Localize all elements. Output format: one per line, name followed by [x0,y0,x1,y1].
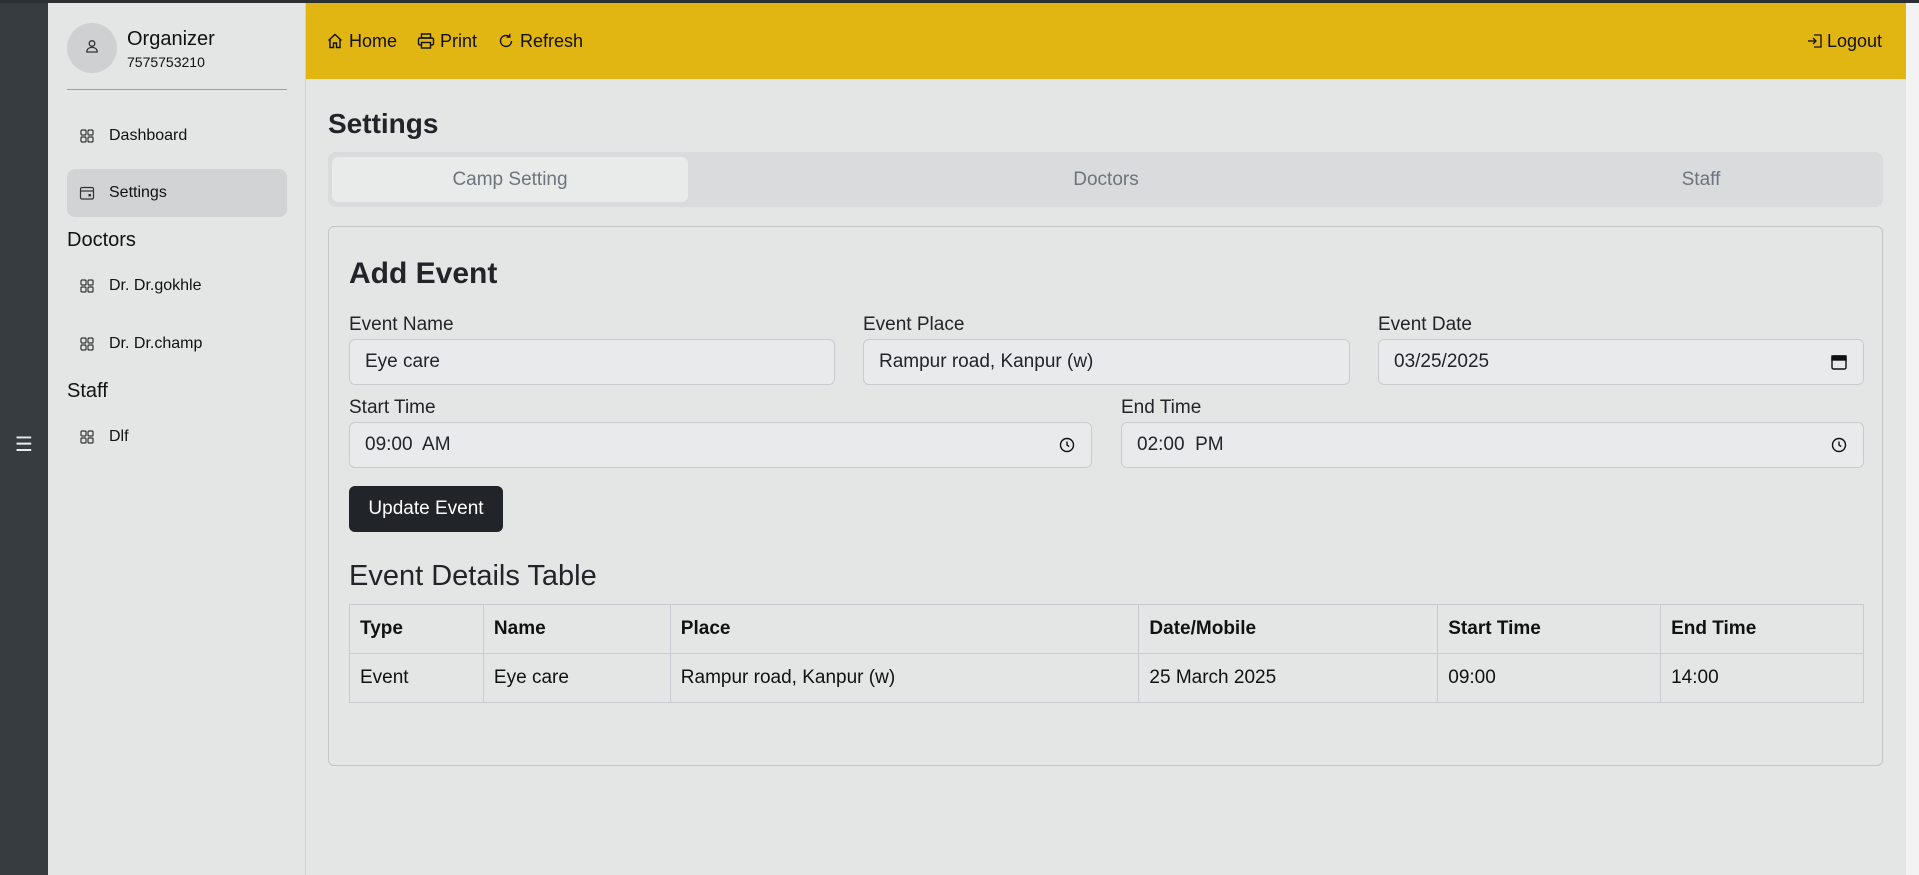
staff-heading: Staff [67,380,108,402]
avatar [67,23,117,73]
user-icon [84,38,100,59]
end-time-label: End Time [1121,397,1202,418]
hamburger-icon[interactable]: ☰ [13,433,35,455]
refresh-icon [497,32,515,50]
home-icon [326,32,344,50]
event-details-table: Type Name Place Date/Mobile Start Time E… [349,604,1864,703]
start-time-label: Start Time [349,397,436,418]
event-name-label: Event Name [349,314,454,335]
column-header: Date/Mobile [1138,604,1439,654]
profile-block: Organizer 7575753210 [67,23,287,73]
event-place-value: Rampur road, Kanpur (w) [879,351,1094,372]
home-button[interactable]: Home [326,31,397,52]
table-header-row: Type Name Place Date/Mobile Start Time E… [349,604,1864,654]
sidebar-divider [67,89,287,90]
doctors-heading: Doctors [67,229,136,251]
sidebar-item-label: Settings [109,184,167,201]
event-date-value: 03/25/2025 [1394,351,1490,372]
sidebar: Organizer 7575753210 Dashboard Settings … [48,3,306,875]
page-title: Settings [328,108,439,139]
sidebar-item-dashboard[interactable]: Dashboard [67,112,287,160]
table-row: Event Eye care Rampur road, Kanpur (w) 2… [349,653,1864,703]
table-cell: 25 March 2025 [1138,653,1439,703]
add-event-card: Add Event Event Name Eye care Event Plac… [328,226,1883,766]
grid-icon [79,336,95,352]
settings-tabs: Camp Setting Doctors Staff [328,152,1883,207]
printer-icon [417,32,435,50]
end-time-input[interactable]: 02:00 PM [1121,422,1864,468]
top-bar: Home Print Refresh Logout [306,3,1906,79]
refresh-label: Refresh [520,30,584,51]
print-button[interactable]: Print [417,31,477,52]
grid-icon [79,429,95,445]
grid-icon [79,278,95,294]
start-time-value: 09:00 AM [365,434,451,455]
scrollbar-track[interactable] [1906,3,1919,875]
clock-icon[interactable] [1830,436,1848,454]
column-header: End Time [1660,604,1864,654]
card-title: Add Event [349,257,498,290]
calendar-icon [79,185,95,201]
event-place-label: Event Place [863,314,965,335]
event-name-value: Eye care [365,351,440,372]
column-header: Place [669,604,1140,654]
tab-camp-setting[interactable]: Camp Setting [332,157,688,202]
column-header: Type [349,604,484,654]
event-date-label: Event Date [1378,314,1472,335]
column-header: Start Time [1437,604,1662,654]
profile-mobile: 7575753210 [127,54,205,70]
event-date-input[interactable]: 03/25/2025 [1378,339,1864,385]
table-cell: Eye care [482,653,671,703]
sidebar-item-staff[interactable]: Dlf [67,413,287,461]
home-label: Home [349,30,398,51]
table-cell: Event [349,653,484,703]
refresh-button[interactable]: Refresh [497,31,583,52]
update-event-button[interactable]: Update Event [349,486,503,532]
logout-label: Logout [1826,30,1882,51]
sidebar-item-label: Dashboard [109,127,188,144]
sidebar-item-settings[interactable]: Settings [67,169,287,217]
end-time-value: 02:00 PM [1137,434,1224,455]
sidebar-item-label: Dr. Dr.gokhle [109,277,202,294]
sidebar-item-doctor[interactable]: Dr. Dr.champ [67,320,287,368]
sidebar-item-label: Dr. Dr.champ [109,335,203,352]
logout-icon [1806,32,1824,50]
tab-staff[interactable]: Staff [1523,157,1879,202]
logout-button[interactable]: Logout [1806,3,1882,79]
event-place-input[interactable]: Rampur road, Kanpur (w) [863,339,1350,385]
grid-icon [79,128,95,144]
table-cell: 09:00 [1437,653,1662,703]
profile-name: Organizer [127,28,215,50]
start-time-input[interactable]: 09:00 AM [349,422,1092,468]
calendar-icon[interactable] [1830,353,1848,371]
table-cell: 14:00 [1660,653,1864,703]
tab-doctors[interactable]: Doctors [928,157,1284,202]
sidebar-item-doctor[interactable]: Dr. Dr.gokhle [67,262,287,310]
left-rail: ☰ [0,3,48,875]
clock-icon[interactable] [1058,436,1076,454]
print-label: Print [440,30,478,51]
sidebar-item-label: Dlf [109,428,129,445]
event-name-input[interactable]: Eye care [349,339,835,385]
column-header: Name [482,604,671,654]
table-cell: Rampur road, Kanpur (w) [669,653,1140,703]
table-title: Event Details Table [349,560,597,592]
